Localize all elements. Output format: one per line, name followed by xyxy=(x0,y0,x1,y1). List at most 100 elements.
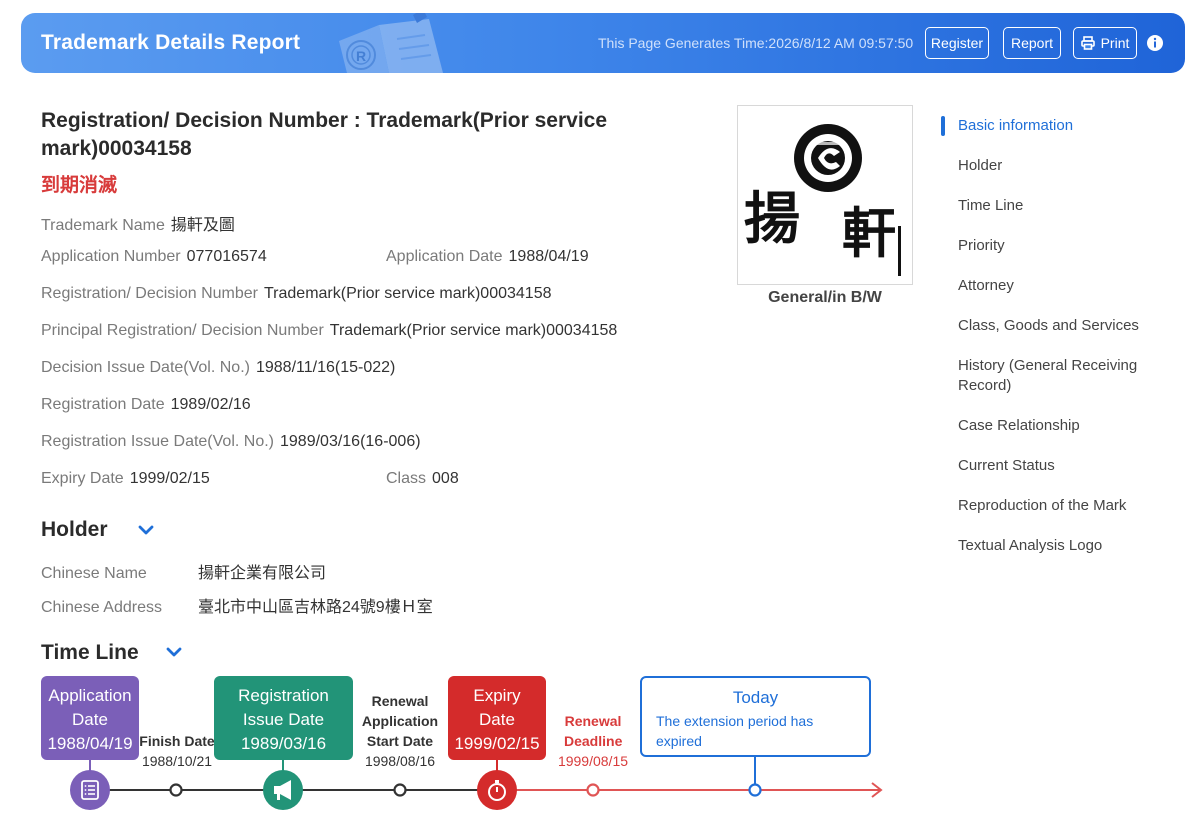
renewal-start-node xyxy=(393,783,407,797)
print-button-label: Print xyxy=(1100,35,1130,51)
mark-char-left: 揚 xyxy=(744,186,800,252)
nav-item-textual-analysis-logo[interactable]: Textual Analysis Logo xyxy=(958,536,1158,556)
register-button[interactable]: Register xyxy=(925,27,989,59)
field-value: 008 xyxy=(432,470,459,487)
status-badge: 到期消滅 xyxy=(41,175,118,196)
finish-date-node xyxy=(169,783,183,797)
field-value: 1989/02/16 xyxy=(170,396,251,413)
nav-item-history[interactable]: History (General Receiving Record) xyxy=(958,356,1158,396)
register-button-label: Register xyxy=(930,35,984,51)
page-title: Registration/ Decision Number : Trademar… xyxy=(41,109,608,160)
field-value: 揚軒企業有限公司 xyxy=(198,565,327,582)
generate-time: This Page Generates Time:2026/8/12 AM 09… xyxy=(598,35,914,51)
holder-chinese-name: Chinese Name 揚軒企業有限公司 xyxy=(41,559,326,583)
megaphone-icon xyxy=(263,770,303,810)
chevron-down-icon[interactable] xyxy=(166,646,182,658)
timeline-renewal-start-date: 1998/08/16 xyxy=(364,753,436,769)
field-label: Principal Registration/ Decision Number xyxy=(41,322,324,339)
stopwatch-icon xyxy=(477,770,517,810)
field-label: Registration Issue Date(Vol. No.) xyxy=(41,433,274,450)
field-value: 1988/11/16(15-022) xyxy=(255,359,396,376)
nav-item-reproduction[interactable]: Reproduction of the Mark xyxy=(958,496,1158,516)
timeline-expiry-title: Expiry Date xyxy=(473,686,521,729)
field-label: Decision Issue Date(Vol. No.) xyxy=(41,359,250,376)
field-label: Trademark Name xyxy=(41,217,165,234)
nav-item-current-status[interactable]: Current Status xyxy=(958,456,1158,476)
holder-heading: Holder xyxy=(41,518,108,541)
nav-item-case-relationship[interactable]: Case Relationship xyxy=(958,416,1158,436)
illustration-letter: R xyxy=(356,48,366,64)
timeline-today-title: Today xyxy=(732,688,779,707)
field-value: 1989/03/16(16-006) xyxy=(280,433,421,450)
today-node xyxy=(748,783,762,797)
nav-item-attorney[interactable]: Attorney xyxy=(958,276,1158,296)
field-application-date: Application Date 1988/04/19 xyxy=(386,248,589,266)
field-label: Registration/ Decision Number xyxy=(41,285,258,302)
timeline-renewal-deadline-date: 1999/08/15 xyxy=(557,753,629,769)
field-label: Registration Date xyxy=(41,396,165,413)
field-label: Expiry Date xyxy=(41,470,124,487)
chevron-down-icon[interactable] xyxy=(138,524,154,536)
trademark-logo-icon: 揚 軒 xyxy=(744,124,901,276)
field-label: Chinese Name xyxy=(41,565,147,582)
timeline-registration-date: 1989/03/16 xyxy=(240,734,327,753)
timeline-renewal-start-title: Renewal Application Start Date xyxy=(361,693,439,749)
timeline-renewal-deadline: Renewal Deadline 1999/08/15 xyxy=(552,711,634,771)
field-value: 1999/02/15 xyxy=(129,470,210,487)
timeline-application-title: Application Date xyxy=(48,686,132,729)
field-registration-issue-date: Registration Issue Date(Vol. No.) 1989/03… xyxy=(41,433,421,451)
timeline-finish-date: 1988/10/21 xyxy=(141,753,213,769)
nav-item-class-goods-services[interactable]: Class, Goods and Services xyxy=(958,316,1158,336)
timeline-renewal-deadline-title: Renewal Deadline xyxy=(564,713,623,749)
field-value: 臺北市中山區吉林路24號9樓Ｈ室 xyxy=(198,599,433,616)
report-header: Trademark Details Report R This Page Gen… xyxy=(21,13,1185,73)
field-application-number: Application Number 077016574 xyxy=(41,248,267,266)
field-registration-number: Registration/ Decision Number Trademark(P… xyxy=(41,285,552,303)
timeline-registration-card: Registration Issue Date 1989/03/16 xyxy=(214,676,353,760)
nav-active-indicator xyxy=(941,116,945,136)
nav-item-priority[interactable]: Priority xyxy=(958,236,1158,256)
mark-char-right: 軒 xyxy=(842,201,896,265)
field-value: 揚軒及圖 xyxy=(170,217,235,234)
report-title: Trademark Details Report xyxy=(41,31,301,54)
trademark-image[interactable]: 揚 軒 xyxy=(737,105,913,285)
info-icon[interactable] xyxy=(1146,34,1164,52)
report-button-label: Report xyxy=(1010,35,1054,51)
nav-item-holder[interactable]: Holder xyxy=(958,156,1158,176)
printer-icon xyxy=(1080,36,1095,50)
timeline-finish-title: Finish Date xyxy=(139,733,215,749)
timeline-application-card: Application Date 1988/04/19 xyxy=(41,676,139,760)
field-expiry-date: Expiry Date 1999/02/15 xyxy=(41,470,210,488)
report-button[interactable]: Report xyxy=(1003,27,1061,59)
nav-item-basic-information[interactable]: Basic information xyxy=(958,116,1158,136)
timeline-registration-title: Registration Issue Date xyxy=(238,686,329,729)
field-value: 1988/04/19 xyxy=(508,248,589,265)
renewal-deadline-node xyxy=(586,783,600,797)
field-label: Application Date xyxy=(386,248,503,265)
timeline-renewal-start: Renewal Application Start Date 1998/08/1… xyxy=(355,691,445,771)
field-principal-registration: Principal Registration/ Decision Number T… xyxy=(41,322,617,340)
field-registration-date: Registration Date 1989/02/16 xyxy=(41,396,251,414)
nav-item-time-line[interactable]: Time Line xyxy=(958,196,1158,216)
timeline-today-desc: The extension period has expired xyxy=(656,713,814,749)
field-class: Class 008 xyxy=(386,470,459,488)
field-label: Chinese Address xyxy=(41,599,162,616)
field-label: Class xyxy=(386,470,427,487)
timeline-expiry-date: 1999/02/15 xyxy=(454,734,540,753)
timeline-finish: Finish Date 1988/10/21 xyxy=(138,731,216,771)
field-value: Trademark(Prior service mark)00034158 xyxy=(263,285,552,302)
timeline-application-date: 1988/04/19 xyxy=(47,734,133,753)
field-value: 077016574 xyxy=(186,248,267,265)
timeline-expiry-card: Expiry Date 1999/02/15 xyxy=(448,676,546,760)
field-trademark-name: Trademark Name 揚軒及圖 xyxy=(41,211,235,235)
trademark-image-caption: General/in B/W xyxy=(768,289,882,306)
application-checklist-icon xyxy=(70,770,110,810)
field-decision-issue-date: Decision Issue Date(Vol. No.) 1988/11/16(… xyxy=(41,359,395,377)
holder-chinese-address: Chinese Address 臺北市中山區吉林路24號9樓Ｈ室 xyxy=(41,593,433,617)
timeline-heading: Time Line xyxy=(41,641,139,664)
timeline-today-card: Today The extension period has expired xyxy=(640,676,871,757)
field-label: Application Number xyxy=(41,248,181,265)
field-value: Trademark(Prior service mark)00034158 xyxy=(329,322,618,339)
print-button[interactable]: Print xyxy=(1073,27,1137,59)
trademark-illustration-icon: R xyxy=(339,13,443,73)
